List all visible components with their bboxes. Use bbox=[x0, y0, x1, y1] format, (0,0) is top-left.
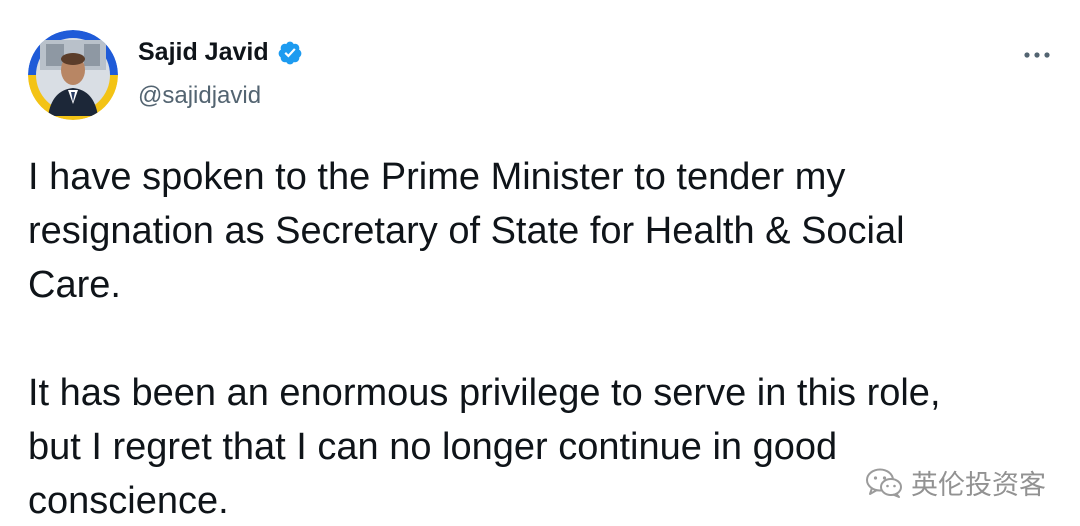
author-handle[interactable]: @sajidjavid bbox=[138, 82, 261, 110]
tweet-paragraph: It has been an enormous privilege to ser… bbox=[28, 372, 941, 522]
tweet-card: Sajid Javid @sajidjavid I have spoken to… bbox=[0, 0, 1080, 526]
profile-photo-avatar bbox=[28, 30, 118, 120]
more-options-button[interactable] bbox=[1020, 42, 1054, 68]
verified-badge-icon bbox=[278, 41, 301, 64]
watermark-text: 英伦投资客 bbox=[911, 470, 1046, 501]
avatar[interactable] bbox=[28, 30, 118, 120]
tweet-paragraph: I have spoken to the Prime Minister to t… bbox=[28, 156, 905, 306]
watermark: 英伦投资客 bbox=[865, 463, 1046, 502]
more-options-icon bbox=[1024, 52, 1050, 58]
wechat-logo bbox=[866, 468, 902, 498]
author-name-row[interactable]: Sajid Javid bbox=[138, 38, 303, 67]
author-display-name[interactable]: Sajid Javid bbox=[138, 38, 269, 67]
